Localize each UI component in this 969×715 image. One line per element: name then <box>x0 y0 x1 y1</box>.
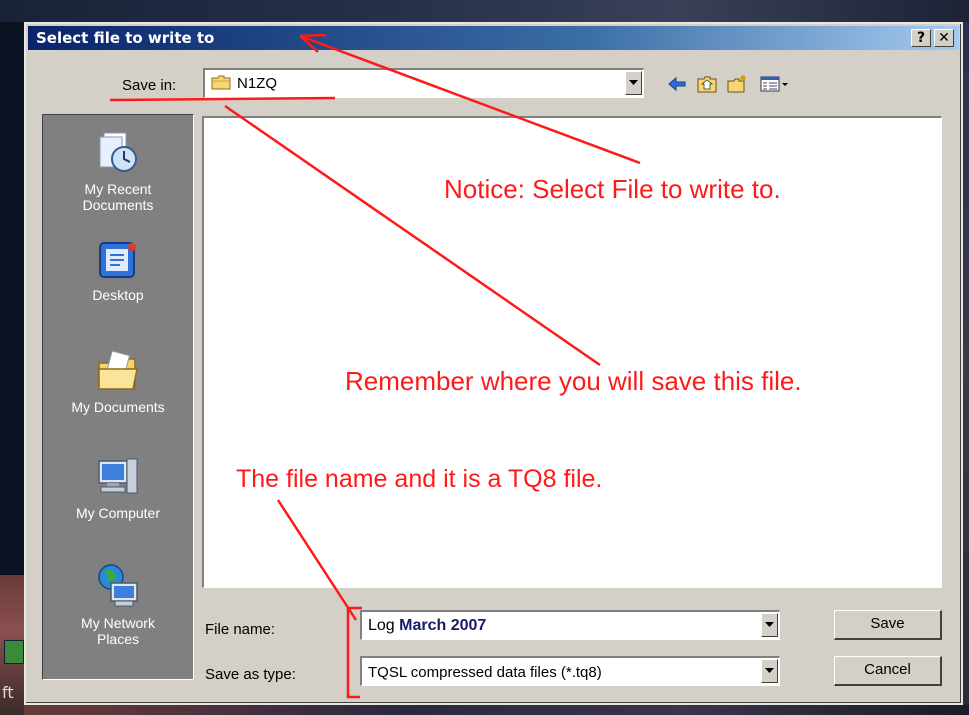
dialog-title: Select file to write to <box>36 29 215 47</box>
place-label: My Network <box>81 615 155 631</box>
views-menu-icon[interactable] <box>759 74 791 94</box>
desktop-icon <box>99 242 136 278</box>
desktop-background-right <box>963 22 969 715</box>
place-label: Desktop <box>92 287 144 303</box>
file-name-label: File name: <box>205 621 276 638</box>
folder-icon <box>211 75 231 90</box>
up-folder-icon[interactable] <box>696 74 718 94</box>
place-my-computer[interactable]: My Computer <box>43 455 193 521</box>
file-name-text-bold: March 2007 <box>399 617 487 634</box>
place-label: My Recent <box>84 181 152 197</box>
save-button[interactable]: Save <box>834 610 942 640</box>
place-desktop[interactable]: Desktop <box>43 239 193 303</box>
save-as-type-label: Save as type: <box>205 666 296 683</box>
dropdown-arrow-button[interactable] <box>761 613 778 637</box>
file-name-text: Log <box>368 617 400 634</box>
place-label: Documents <box>82 197 154 213</box>
background-text: ft <box>2 683 14 702</box>
desktop-background-bottom <box>24 705 969 715</box>
help-button[interactable]: ? <box>911 29 931 47</box>
place-my-recent-documents[interactable]: My Recent Documents <box>43 129 193 213</box>
save-in-label: Save in: <box>122 77 177 94</box>
back-arrow-icon[interactable] <box>666 74 688 94</box>
place-label: My Computer <box>75 505 161 521</box>
save-as-type-value: TQSL compressed data files (*.tq8) <box>368 664 602 681</box>
dropdown-arrow-button[interactable] <box>625 71 642 95</box>
taskbar-app-icon <box>4 640 24 664</box>
place-label: Places <box>96 631 140 647</box>
chevron-down-icon <box>629 80 638 85</box>
chevron-down-icon <box>765 622 774 627</box>
cancel-button[interactable]: Cancel <box>834 656 942 686</box>
new-folder-icon[interactable] <box>726 74 748 94</box>
my-documents-icon <box>98 350 138 390</box>
dropdown-arrow-button[interactable] <box>761 659 778 683</box>
place-my-network-places[interactable]: My Network Places <box>43 561 193 647</box>
save-as-type-dropdown[interactable]: TQSL compressed data files (*.tq8) <box>360 656 780 686</box>
save-file-dialog: Select file to write to ? ✕ Save in: N1Z… <box>24 22 963 705</box>
file-name-input[interactable]: Log March 2007 <box>360 610 780 640</box>
close-button[interactable]: ✕ <box>934 29 954 47</box>
my-computer-icon <box>98 458 138 494</box>
place-my-documents[interactable]: My Documents <box>43 349 193 415</box>
network-places-icon <box>98 564 138 607</box>
title-bar[interactable]: Select file to write to ? ✕ <box>28 26 959 50</box>
recent-documents-icon <box>99 132 137 172</box>
place-label: My Documents <box>71 399 165 415</box>
annotation-note: Remember where you will save this file. <box>345 366 802 396</box>
file-name-value: Log March 2007 <box>368 617 486 635</box>
chevron-down-icon <box>765 668 774 673</box>
save-in-value: N1ZQ <box>237 75 278 92</box>
save-in-dropdown[interactable]: N1ZQ <box>203 68 644 98</box>
desktop-background <box>0 0 969 22</box>
annotation-note: Notice: Select File to write to. <box>444 174 781 204</box>
places-bar: My Recent Documents Desktop My Documents <box>42 114 194 680</box>
annotation-note: The file name and it is a TQ8 file. <box>236 465 603 493</box>
